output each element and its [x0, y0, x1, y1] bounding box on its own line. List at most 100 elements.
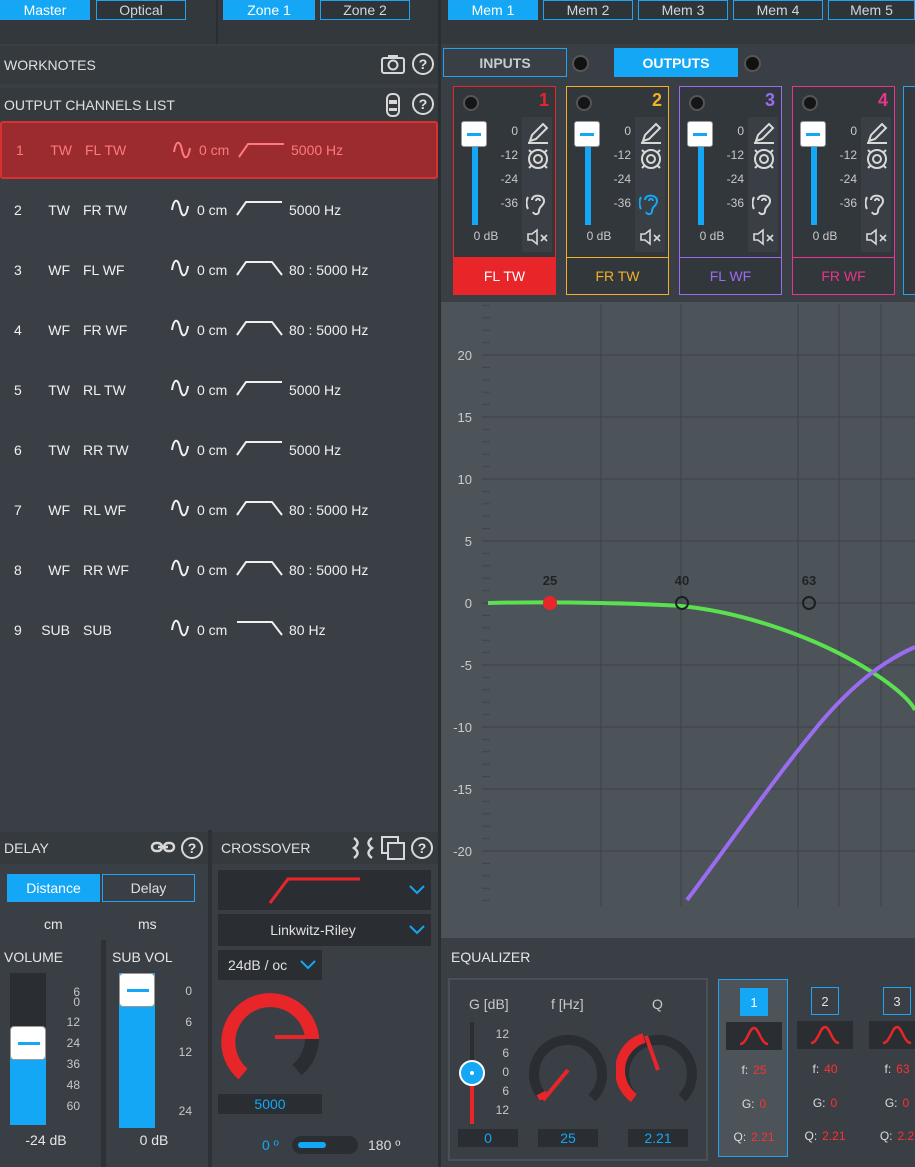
- tab-zone-2[interactable]: Zone 2: [320, 0, 410, 20]
- table-row[interactable]: 2 TW FR TW 0 cm 5000 Hz: [0, 181, 438, 239]
- camera-icon[interactable]: [380, 53, 406, 78]
- freq-label: f [Hz]: [551, 996, 584, 1012]
- speaker-icon[interactable]: [865, 147, 889, 171]
- eq-frequency-knob[interactable]: [526, 1028, 610, 1112]
- slope-dropdown[interactable]: 24dB / oc: [218, 950, 322, 980]
- table-row[interactable]: 1 TW FL TW 0 cm 5000 Hz: [0, 121, 438, 179]
- mute-icon[interactable]: [639, 227, 663, 247]
- eq-band-2[interactable]: 2 f: 40 G: 0 Q: 2.21: [790, 979, 860, 1157]
- phase-toggle[interactable]: [292, 1136, 358, 1154]
- frequency-value[interactable]: 5000: [218, 1094, 322, 1114]
- sub-vol-slider-handle[interactable]: [119, 973, 155, 1007]
- tab-mem-5[interactable]: Mem 5: [828, 0, 915, 20]
- frequency-knob[interactable]: [215, 982, 325, 1092]
- channel-label[interactable]: FR WF: [793, 257, 894, 294]
- peak-filter-icon[interactable]: [726, 1022, 782, 1050]
- volume-slider-handle[interactable]: [10, 1026, 46, 1060]
- help-icon[interactable]: ?: [412, 93, 434, 115]
- channel-fader-handle[interactable]: [800, 121, 826, 147]
- channel-fader-handle[interactable]: [574, 121, 600, 147]
- channel-fader-handle[interactable]: [687, 121, 713, 147]
- mute-icon[interactable]: [752, 227, 776, 247]
- filter-shape-dropdown[interactable]: [218, 870, 431, 910]
- table-row[interactable]: 3 WF FL WF 0 cm 80 : 5000 Hz: [0, 241, 438, 299]
- help-icon[interactable]: ?: [412, 53, 434, 75]
- edit-icon[interactable]: [526, 121, 550, 145]
- row-number: 5: [14, 382, 22, 398]
- phase-icon: [170, 618, 190, 641]
- eq-band-q: Q: 2.2: [862, 1129, 915, 1143]
- mute-icon[interactable]: [865, 227, 889, 247]
- eq-band-g: G: 0: [790, 1096, 860, 1110]
- tab-optical[interactable]: Optical: [96, 0, 186, 20]
- edit-icon[interactable]: [639, 121, 663, 145]
- eq-band-number[interactable]: 1: [740, 988, 768, 1016]
- channel-label[interactable]: FL WF: [680, 257, 781, 294]
- divider: [438, 0, 441, 44]
- crossover-title: CROSSOVER: [221, 840, 311, 856]
- mute-icon[interactable]: [526, 227, 550, 247]
- speaker-icon[interactable]: [526, 147, 550, 171]
- filter-type-dropdown[interactable]: Linkwitz-Riley: [218, 914, 431, 946]
- eq-band-number[interactable]: 3: [883, 987, 911, 1015]
- q-label: Q: [652, 996, 663, 1012]
- channel-led: [802, 95, 818, 111]
- channel-label[interactable]: FR TW: [567, 257, 668, 294]
- table-row[interactable]: 4 WF FR WF 0 cm 80 : 5000 Hz: [0, 301, 438, 359]
- tab-mem-2[interactable]: Mem 2: [543, 0, 633, 20]
- table-row[interactable]: 6 TW RR TW 0 cm 5000 Hz: [0, 421, 438, 479]
- tab-master[interactable]: Master: [0, 0, 90, 20]
- channel-card[interactable]: 1 0 -12 -24 -36 0 dB FL TW: [453, 86, 556, 295]
- table-row[interactable]: 5 TW RL TW 0 cm 5000 Hz: [0, 361, 438, 419]
- volume-scale-tick: 60: [66, 1099, 80, 1113]
- y-tick-label: -5: [460, 658, 472, 673]
- eq-band-1[interactable]: 1 f: 25 G: 0 Q: 2.21: [718, 979, 788, 1157]
- row-frequency: 5000 Hz: [289, 202, 342, 218]
- tab-zone-1[interactable]: Zone 1: [223, 0, 315, 20]
- help-icon[interactable]: ?: [181, 837, 203, 859]
- link-icon[interactable]: [150, 838, 176, 859]
- tab-mem-4[interactable]: Mem 4: [733, 0, 823, 20]
- car-icon[interactable]: [384, 92, 402, 121]
- listen-icon[interactable]: [865, 191, 889, 217]
- gain-value[interactable]: 0: [458, 1129, 518, 1147]
- distance-button[interactable]: Distance: [7, 874, 100, 902]
- tab-mem-3[interactable]: Mem 3: [638, 0, 728, 20]
- delay-button[interactable]: Delay: [102, 874, 195, 902]
- freq-value[interactable]: 25: [538, 1129, 598, 1147]
- delay-header: DELAY ?: [0, 832, 208, 864]
- channel-card[interactable]: 2 0 -12 -24 -36 0 dB FR TW: [566, 86, 669, 295]
- tab-inputs[interactable]: INPUTS: [443, 48, 567, 77]
- row-delay: 0 cm: [199, 142, 230, 158]
- channel-fader-handle[interactable]: [461, 121, 487, 147]
- help-icon[interactable]: ?: [411, 837, 433, 859]
- listen-icon[interactable]: [639, 191, 663, 217]
- table-row[interactable]: 7 WF RL WF 0 cm 80 : 5000 Hz: [0, 481, 438, 539]
- volume-scale-tick: 24: [66, 1036, 80, 1050]
- speaker-icon[interactable]: [752, 147, 776, 171]
- channel-card[interactable]: 3 0 -12 -24 -36 0 dB FL WF: [679, 86, 782, 295]
- channel-label[interactable]: FL TW: [454, 257, 555, 294]
- channel-card[interactable]: 4 0 -12 -24 -36 0 dB FR WF: [792, 86, 895, 295]
- listen-icon[interactable]: [526, 191, 550, 217]
- eq-band-q: Q: 2.21: [790, 1129, 860, 1143]
- listen-icon[interactable]: [752, 191, 776, 217]
- eq-band-number[interactable]: 2: [811, 987, 839, 1015]
- gain-scale-tick: 6: [502, 1046, 509, 1060]
- tab-mem-1[interactable]: Mem 1: [448, 0, 538, 20]
- gain-slider-handle[interactable]: [459, 1060, 485, 1086]
- eq-band-3[interactable]: 3 f: 63 G: 0 Q: 2.2: [862, 979, 915, 1157]
- edit-icon[interactable]: [865, 121, 889, 145]
- copy-icon[interactable]: [380, 835, 406, 864]
- peak-filter-icon[interactable]: [869, 1021, 915, 1049]
- edit-icon[interactable]: [752, 121, 776, 145]
- link-channels-icon[interactable]: [350, 835, 376, 864]
- q-value[interactable]: 2.21: [628, 1129, 688, 1147]
- tab-outputs[interactable]: OUTPUTS: [614, 48, 738, 77]
- speaker-icon[interactable]: [639, 147, 663, 171]
- gain-label: G [dB]: [469, 996, 509, 1012]
- table-row[interactable]: 8 WF RR WF 0 cm 80 : 5000 Hz: [0, 541, 438, 599]
- eq-q-knob[interactable]: [616, 1028, 700, 1112]
- peak-filter-icon[interactable]: [797, 1021, 853, 1049]
- table-row[interactable]: 9 SUB SUB 0 cm 80 Hz: [0, 601, 438, 659]
